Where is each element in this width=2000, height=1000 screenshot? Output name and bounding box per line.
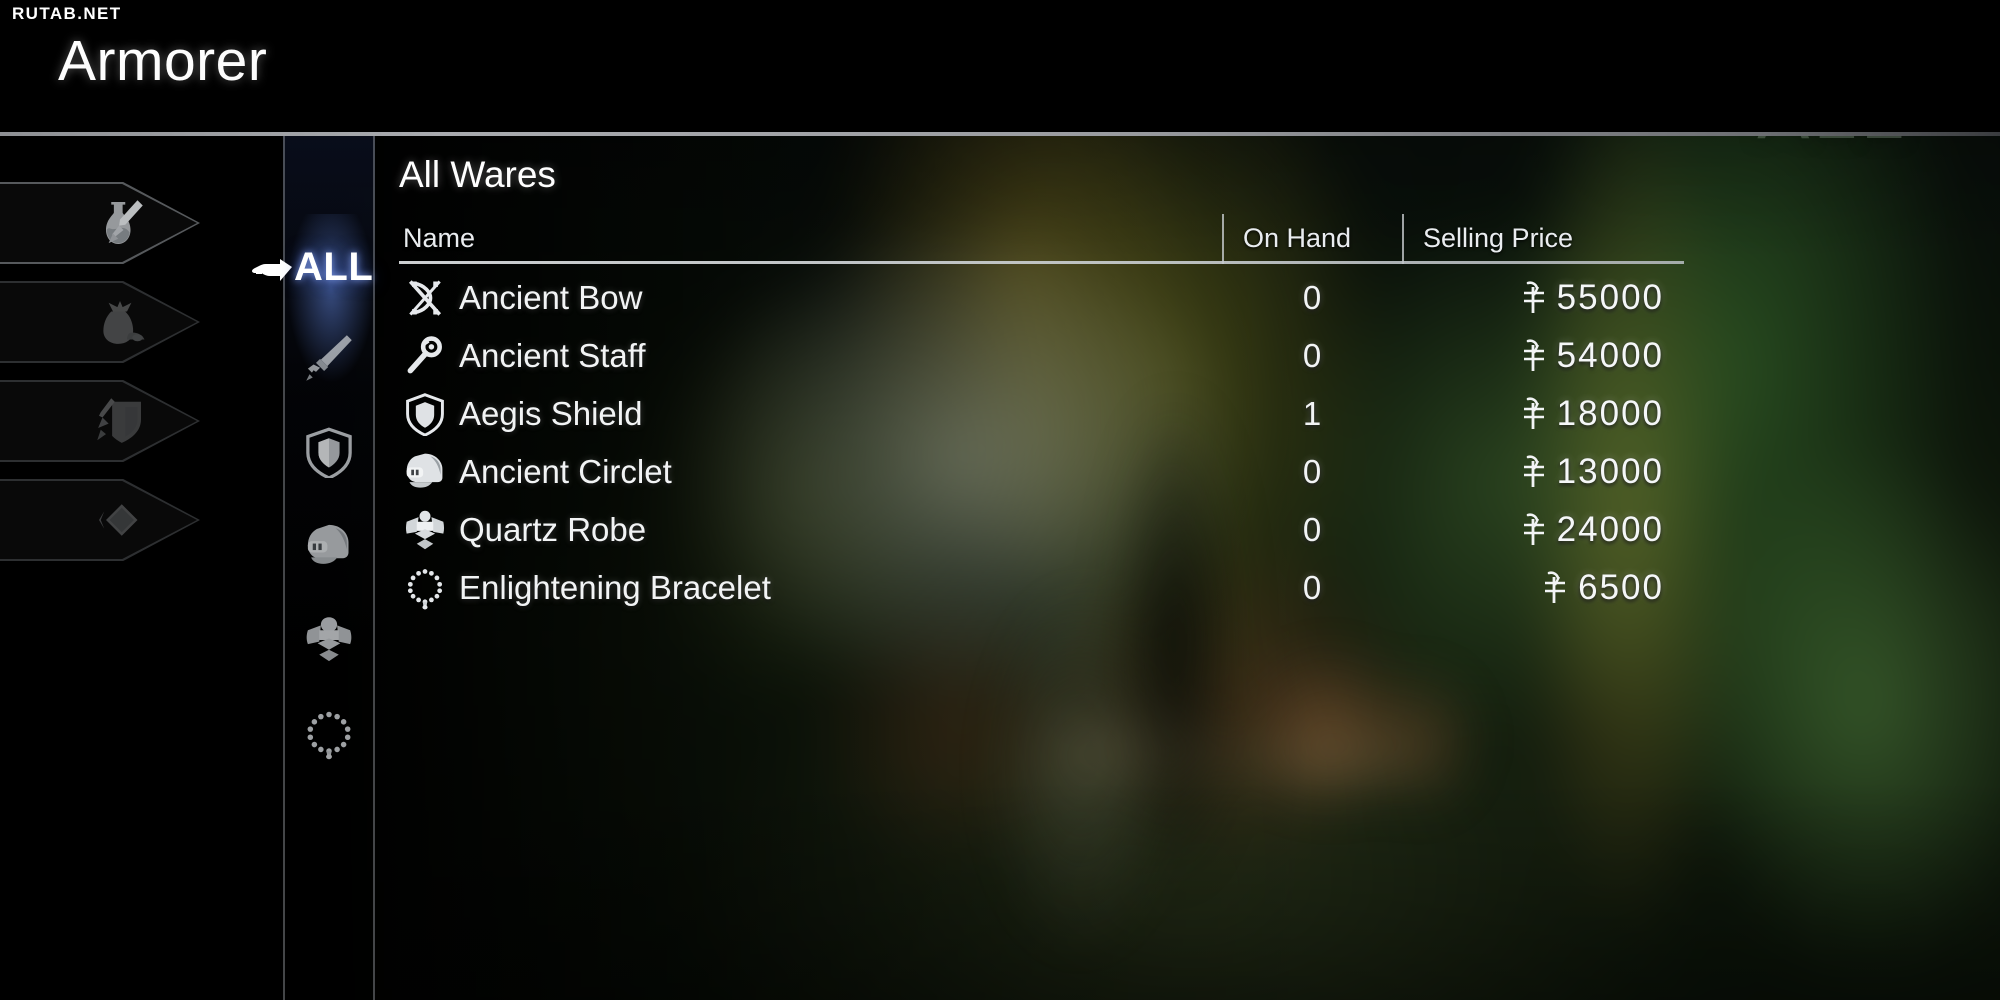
column-divider-2: [1402, 214, 1404, 264]
staff-icon: [407, 336, 442, 374]
item-name: Ancient Circlet: [459, 453, 672, 490]
item-on-hand: 0: [1302, 511, 1322, 548]
shop-tab-armorer[interactable]: [0, 380, 200, 462]
item-on-hand: 0: [1302, 453, 1322, 490]
category-selector-all[interactable]: ALL: [248, 245, 373, 290]
shop-tab-gem[interactable]: [0, 479, 200, 561]
item-price: 6500: [1542, 568, 1664, 608]
table-header-rule: [399, 261, 1684, 264]
helmet-icon[interactable]: [303, 520, 355, 572]
table-row[interactable]: Ancient Staff 0 54000: [399, 327, 1684, 385]
panel-title: All Wares: [399, 154, 556, 195]
category-selector-label: ALL: [294, 245, 374, 289]
site-watermark: RUTAB.NET: [12, 4, 122, 23]
column-header-on-hand: On Hand: [1243, 223, 1352, 253]
table-row[interactable]: Aegis Shield 1 18000: [399, 385, 1684, 443]
table-column-headers: Name On Hand Selling Price: [399, 212, 1684, 264]
column-header-name: Name: [403, 223, 476, 253]
table-row[interactable]: Ancient Bow 0 55000: [399, 269, 1684, 327]
robe-icon: [405, 510, 445, 550]
item-price-value: 13000: [1556, 452, 1664, 491]
table-row[interactable]: Enlightening Bracelet 0 6500: [399, 559, 1684, 617]
item-on-hand: 0: [1302, 337, 1322, 374]
pointing-hand-icon: [252, 258, 292, 281]
column-header-selling-price: Selling Price: [1423, 223, 1574, 253]
sword-icon[interactable]: [303, 332, 355, 384]
gil-icon: [1523, 513, 1544, 545]
item-name: Quartz Robe: [459, 511, 647, 548]
table-row[interactable]: Quartz Robe 0 24000: [399, 501, 1684, 559]
shop-tab-rail: [0, 182, 200, 578]
sword-and-shield-icon: [97, 398, 141, 443]
shop-tab-potion-weapon[interactable]: [0, 182, 200, 264]
gil-icon: [1545, 571, 1566, 603]
item-name: Ancient Staff: [459, 337, 646, 374]
body-armor-icon[interactable]: [303, 614, 355, 666]
gil-icon: [1523, 455, 1544, 487]
wares-table-body: Ancient Bow 0 55000 Ancient Staff 0 5400…: [399, 269, 1684, 617]
item-name: Enlightening Bracelet: [459, 569, 771, 606]
wares-panel: All Wares Name On Hand Selling Price Anc…: [375, 136, 1700, 1000]
item-price: 18000: [1521, 394, 1664, 434]
item-on-hand: 1: [1302, 395, 1322, 432]
item-price-value: 24000: [1556, 510, 1664, 549]
column-divider-1: [1222, 214, 1224, 264]
item-price-value: 54000: [1556, 336, 1664, 375]
item-on-hand: 0: [1302, 279, 1322, 316]
bow-icon: [408, 280, 442, 316]
helmet-icon: [406, 453, 443, 488]
item-name: Aegis Shield: [459, 395, 643, 432]
potion-and-weapon-icon: [106, 200, 143, 244]
item-price: 54000: [1521, 336, 1664, 376]
item-price: 55000: [1521, 278, 1664, 318]
item-name: Ancient Bow: [459, 279, 643, 316]
item-price: 24000: [1521, 510, 1664, 550]
bracelet-icon: [407, 569, 443, 610]
bracelet-icon[interactable]: [303, 708, 355, 760]
item-price-value: 55000: [1556, 278, 1664, 317]
loot-bag-icon: [103, 301, 145, 344]
shield-icon[interactable]: [303, 426, 355, 478]
table-row[interactable]: Ancient Circlet 0 13000: [399, 443, 1684, 501]
gem-icon: [99, 504, 138, 536]
item-price: 13000: [1521, 452, 1664, 492]
item-price-value: 6500: [1578, 568, 1664, 607]
gil-icon: [1523, 397, 1544, 429]
gil-icon: [1523, 339, 1544, 371]
shop-tab-loot-bag[interactable]: [0, 281, 200, 363]
gil-icon: [1523, 281, 1544, 313]
shield-icon: [406, 393, 444, 436]
header-bar: Armorer: [0, 0, 2000, 136]
page-title: Armorer: [58, 29, 268, 93]
item-price-value: 18000: [1556, 394, 1664, 433]
item-on-hand: 0: [1302, 569, 1322, 606]
